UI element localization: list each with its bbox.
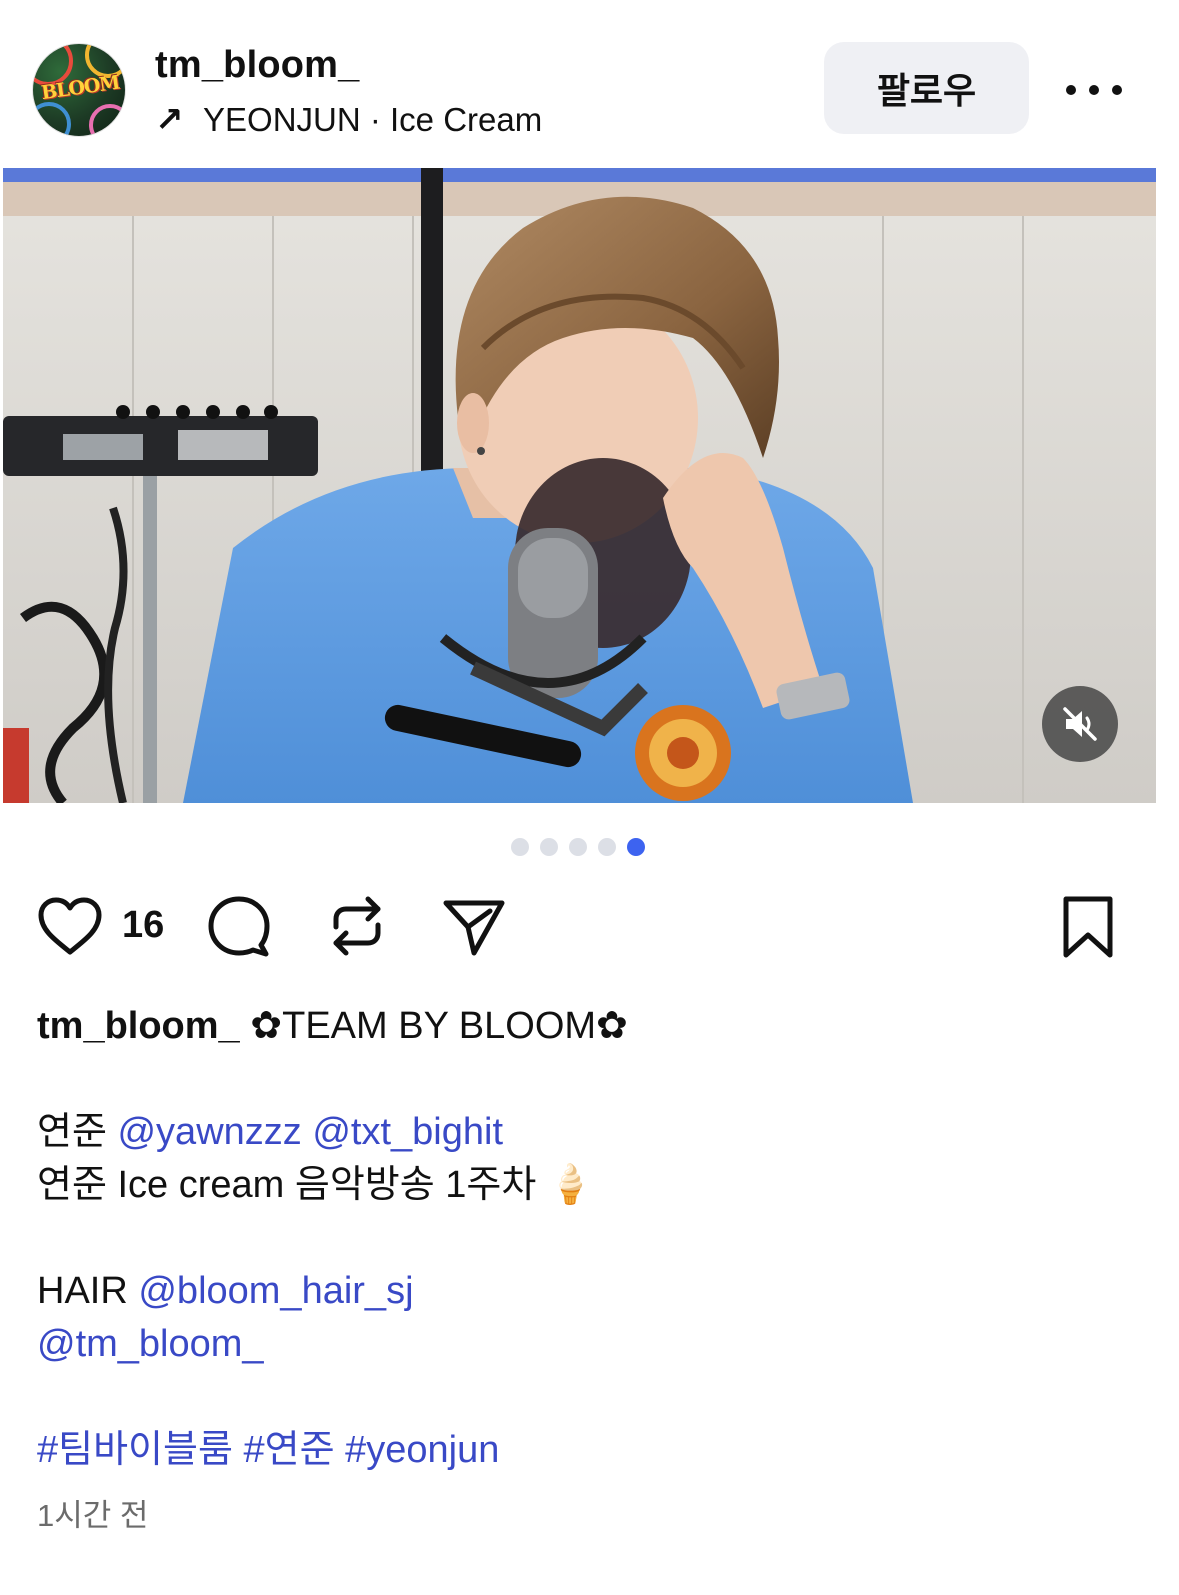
caption-title-line: tm_bloom_ ✿TEAM BY BLOOM✿ — [37, 1000, 1147, 1053]
like-count[interactable]: 16 — [122, 904, 164, 947]
caption-text: 연준 Ice cream 음악방송 1주차 🍦 — [37, 1164, 595, 1206]
caption-line: @tm_bloom_ — [37, 1318, 1147, 1371]
caption-title: ✿TEAM BY BLOOM✿ — [250, 1005, 628, 1047]
save-button[interactable] — [1052, 890, 1124, 962]
arrow-up-right-icon: ↗ — [155, 101, 184, 139]
post-timestamp: 1시간 전 — [37, 1498, 149, 1533]
follow-button[interactable]: 팔로우 — [824, 42, 1029, 134]
caption-line: 연준 Ice cream 음악방송 1주차 🍦 — [37, 1159, 1147, 1212]
avatar[interactable]: BLOOM — [32, 43, 126, 137]
send-icon — [443, 900, 505, 956]
caption-line: HAIR @bloom_hair_sj — [37, 1265, 1147, 1318]
post-video[interactable] — [3, 168, 1156, 803]
carousel-dot — [598, 838, 616, 856]
carousel-dot-active — [627, 838, 645, 856]
action-bar — [0, 890, 1179, 970]
caption-line: 연준 @yawnzzz @txt_bighit — [37, 1106, 1147, 1159]
repost-button[interactable] — [321, 890, 393, 962]
hashtag-link[interactable]: #yeonjun — [345, 1429, 499, 1471]
mention-link[interactable]: @txt_bighit — [312, 1111, 503, 1153]
hashtag-line: #팀바이블룸 #연준 #yeonjun — [37, 1424, 1147, 1477]
music-link[interactable]: ↗ YEONJUN · Ice Cream — [155, 100, 542, 140]
video-frame-illustration — [3, 168, 1156, 803]
post-header: BLOOM tm_bloom_ ↗ YEONJUN · Ice Cream 팔로… — [0, 0, 1179, 170]
hashtag-link[interactable]: #팀바이블룸 — [37, 1429, 233, 1471]
hashtag-link[interactable]: #연준 — [244, 1429, 335, 1471]
mention-link[interactable]: @tm_bloom_ — [37, 1323, 264, 1365]
like-button[interactable] — [34, 890, 106, 962]
caption-text: 연준 — [37, 1111, 118, 1153]
header-username[interactable]: tm_bloom_ — [155, 44, 360, 87]
heart-icon — [38, 897, 102, 955]
bookmark-icon — [1063, 896, 1113, 958]
mention-link[interactable]: @yawnzzz — [117, 1111, 301, 1153]
carousel-dot — [569, 838, 587, 856]
more-options-icon[interactable] — [1066, 70, 1122, 110]
share-button[interactable] — [438, 890, 510, 962]
post-caption: tm_bloom_ ✿TEAM BY BLOOM✿ 연준 @yawnzzz @t… — [37, 1000, 1147, 1477]
carousel-indicator — [511, 838, 645, 856]
speaker-muted-icon — [1063, 707, 1097, 741]
comment-icon — [208, 896, 270, 957]
mention-link[interactable]: @bloom_hair_sj — [138, 1270, 413, 1312]
comment-button[interactable] — [203, 890, 275, 962]
caption-text: HAIR — [37, 1270, 139, 1312]
carousel-dot — [540, 838, 558, 856]
caption-username[interactable]: tm_bloom_ — [37, 1005, 240, 1047]
music-title: YEONJUN · Ice Cream — [203, 101, 543, 138]
carousel-dot — [511, 838, 529, 856]
repost-icon — [333, 896, 381, 956]
mute-toggle-button[interactable] — [1042, 686, 1118, 762]
